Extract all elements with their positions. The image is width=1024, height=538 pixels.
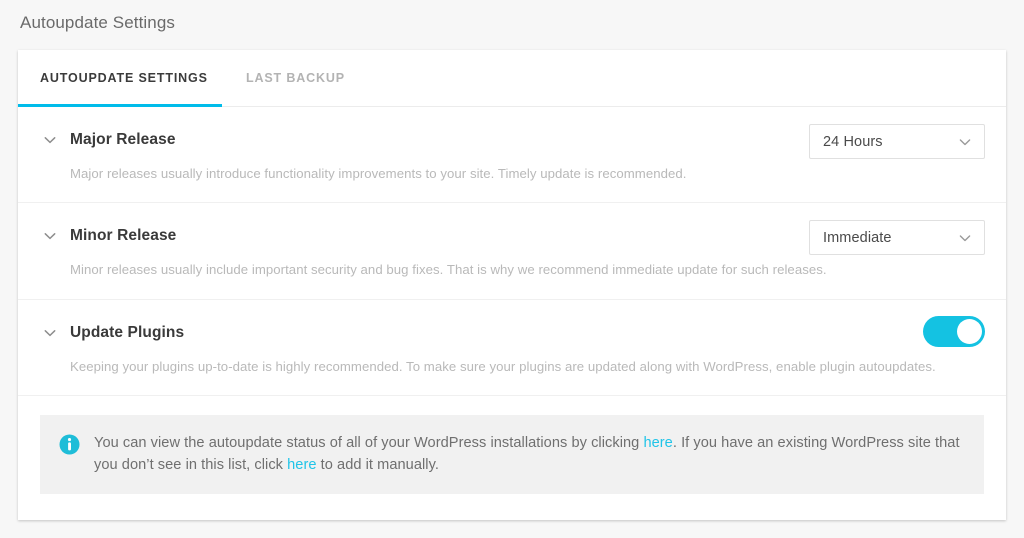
setting-title: Major Release — [70, 131, 176, 148]
chevron-down-icon — [957, 230, 973, 246]
info-icon — [59, 434, 80, 455]
setting-description: Major releases usually introduce functio… — [70, 166, 687, 181]
chevron-down-icon[interactable] — [42, 132, 58, 148]
notice-text: You can view the autoupdate status of al… — [94, 432, 964, 476]
tab-bar: AUTOUPDATE SETTINGS LAST BACKUP — [18, 50, 1006, 107]
setting-row-update-plugins: Update Plugins Keeping your plugins up-t… — [18, 300, 1006, 397]
update-plugins-toggle[interactable] — [923, 315, 985, 347]
notice-text-part-3: to add it manually. — [316, 457, 439, 474]
notice-link-1[interactable]: here — [643, 435, 672, 451]
notice-link-2[interactable]: here — [287, 457, 316, 473]
settings-card: AUTOUPDATE SETTINGS LAST BACKUP Major Re… — [18, 50, 1006, 520]
tab-last-backup[interactable]: LAST BACKUP — [246, 71, 345, 85]
info-notice: You can view the autoupdate status of al… — [40, 415, 984, 495]
chevron-down-icon[interactable] — [42, 228, 58, 244]
setting-row-minor-release: Minor Release Minor releases usually inc… — [18, 203, 1006, 300]
notice-text-part-1: You can view the autoupdate status of al… — [94, 435, 644, 452]
major-release-select[interactable]: 24 Hours — [809, 124, 985, 159]
page-title: Autoupdate Settings — [20, 13, 176, 32]
select-value: Immediate — [823, 229, 892, 246]
tab-autoupdate-settings[interactable]: AUTOUPDATE SETTINGS — [40, 71, 208, 85]
setting-title: Update Plugins — [70, 323, 185, 341]
toggle-knob — [957, 318, 982, 344]
setting-description: Keeping your plugins up-to-date is highl… — [70, 358, 936, 374]
notice-container: You can view the autoupdate status of al… — [18, 396, 1006, 495]
row-header: Update Plugins — [42, 322, 982, 344]
setting-row-major-release: Major Release Major releases usually int… — [18, 107, 1006, 204]
setting-title: Minor Release — [70, 227, 177, 245]
select-value: 24 Hours — [823, 133, 883, 150]
chevron-down-icon[interactable] — [42, 325, 58, 341]
chevron-down-icon — [957, 134, 973, 150]
setting-description: Minor releases usually include important… — [70, 262, 827, 278]
minor-release-select[interactable]: Immediate — [809, 220, 985, 256]
